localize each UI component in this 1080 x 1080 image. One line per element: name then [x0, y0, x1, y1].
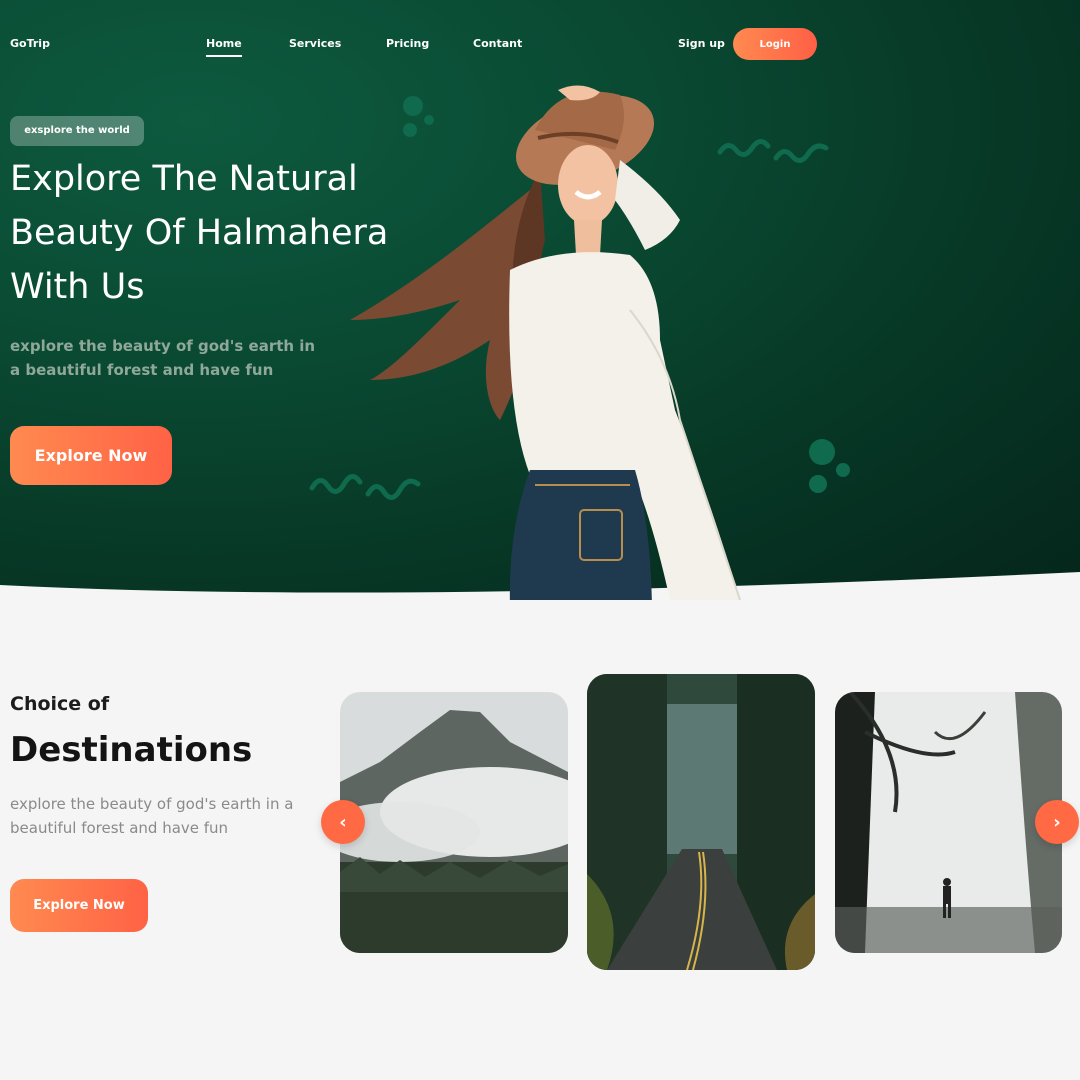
signup-link[interactable]: Sign up — [678, 37, 725, 50]
login-button[interactable]: Login — [733, 28, 817, 60]
destinations-title: Destinations — [10, 730, 253, 770]
mountain-image — [340, 692, 568, 953]
destinations-subtitle: explore the beauty of god's earth in a b… — [10, 795, 294, 837]
destinations-kicker: Choice of — [10, 693, 110, 715]
hero-explore-button[interactable]: Explore Now — [10, 426, 172, 485]
destination-card-forest-road[interactable] — [587, 674, 815, 970]
forest-road-image — [587, 674, 815, 970]
foggy-woods-image — [835, 692, 1062, 953]
nav-link-services[interactable]: Services — [289, 37, 341, 50]
destination-card-foggy-woods[interactable] — [835, 692, 1062, 953]
hero-subtitle: explore the beauty of god's earth in a b… — [10, 337, 316, 379]
destination-card-mountain[interactable] — [340, 692, 568, 953]
carousel-prev-button[interactable]: ‹ — [321, 800, 365, 844]
hero-section: GoTrip Home Services Pricing Contant Sig… — [0, 0, 1080, 600]
hero-badge: exsplore the world — [10, 116, 144, 146]
dots-decoration — [809, 439, 850, 493]
carousel-next-button[interactable]: › — [1035, 800, 1079, 844]
nav-link-contant[interactable]: Contant — [473, 37, 522, 50]
nav-link-home[interactable]: Home — [206, 37, 242, 57]
destinations-explore-button[interactable]: Explore Now — [10, 879, 148, 932]
chevron-left-icon: ‹ — [339, 811, 347, 833]
chevron-right-icon: › — [1053, 811, 1061, 833]
hero-woman-image — [350, 85, 741, 600]
nav-link-pricing[interactable]: Pricing — [386, 37, 429, 50]
top-nav: GoTrip Home Services Pricing Contant Sig… — [0, 0, 1080, 88]
brand-logo[interactable]: GoTrip — [10, 37, 50, 50]
